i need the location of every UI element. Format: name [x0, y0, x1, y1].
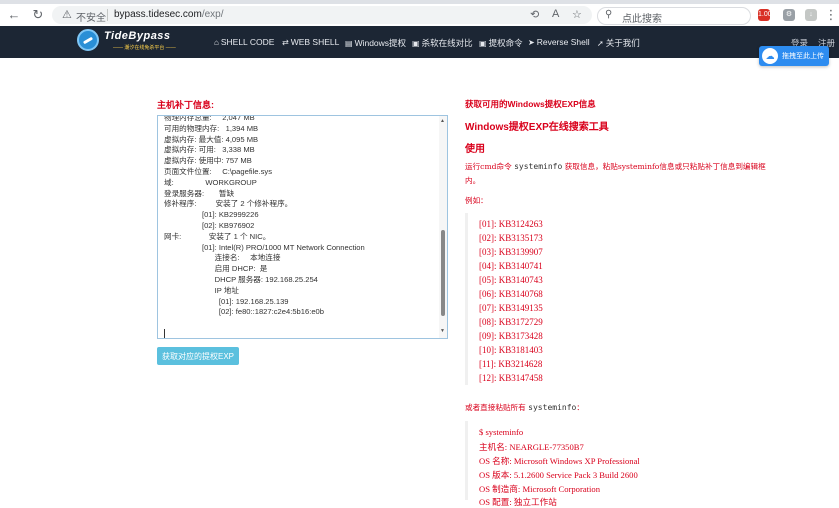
sysinfo-line: 主机名: NEARGLE-77350B7: [479, 442, 584, 452]
logo-subtitle: —— 潮汐在线免杀平台 ——: [113, 45, 176, 51]
monitor-icon: ▣: [412, 39, 420, 48]
kb-item: [11]: KB3214628: [479, 359, 543, 369]
reload-icon[interactable]: ↻: [30, 7, 46, 23]
nav-web-shell[interactable]: ⇄ WEB SHELL: [282, 37, 339, 47]
nav-label: Windows提权: [354, 38, 407, 48]
nav-about-us[interactable]: ➚ 关于我们: [597, 37, 640, 49]
textarea-content: 物理内存总量: 2,047 MB 可用的物理内存: 1,394 MB 虚拟内存:…: [164, 115, 365, 317]
nav-windows-privesc[interactable]: ▤ Windows提权: [345, 37, 406, 49]
nav-label: 杀软在线对比: [421, 38, 473, 48]
kb-item: [04]: KB3140741: [479, 261, 543, 271]
nav-av-compare[interactable]: ▣ 杀软在线对比: [412, 37, 473, 49]
extension-badge-icon[interactable]: 1.00: [758, 9, 772, 21]
kb-item: [01]: KB3124263: [479, 219, 543, 229]
systeminfo-example: $ systeminfo 主机名: NEARGLE-77350B7 OS 名称:…: [465, 421, 718, 507]
browser-toolbar: ← ↻ ⚠ 不安全 bypass.tidesec.com/exp/ ⟲ A ☆ …: [0, 4, 839, 27]
address-bar[interactable]: ⚠ 不安全 bypass.tidesec.com/exp/ ⟲ A ☆: [52, 6, 592, 24]
url-host: bypass.tidesec.com: [114, 9, 202, 20]
patch-info-title: 主机补丁信息:: [157, 100, 214, 110]
nav-label: SHELL CODE: [220, 37, 275, 47]
terminal-icon: ▣: [479, 39, 487, 48]
scroll-up-icon[interactable]: ▲: [440, 118, 445, 124]
systeminfo-textarea[interactable]: 物理内存总量: 2,047 MB 可用的物理内存: 1,394 MB 虚拟内存:…: [157, 115, 448, 339]
kb-item: [02]: KB3135173: [479, 233, 543, 243]
desc-command: systeminfo: [514, 162, 563, 171]
url-text: bypass.tidesec.com/exp/: [114, 9, 224, 20]
extension-badge-text: 1.00: [758, 11, 772, 18]
kb-item: [05]: KB3140743: [479, 275, 543, 285]
kb-item: [07]: KB3149135: [479, 303, 543, 313]
or-command: systeminfo: [528, 403, 577, 412]
downloads-icon[interactable]: ↓: [805, 9, 817, 21]
kb-item: [12]: KB3147458: [479, 373, 543, 383]
or-prefix: 或者直接粘贴所有: [465, 403, 529, 412]
extension-icon[interactable]: ⚙: [783, 9, 795, 21]
text-cursor: [164, 329, 165, 338]
or-suffix: ：: [576, 403, 584, 412]
shell-icon: ➤: [528, 38, 535, 47]
star-icon[interactable]: ☆: [572, 8, 582, 21]
kb-example-list: [01]: KB3124263 [02]: KB3135173 [03]: KB…: [465, 213, 618, 385]
kb-item: [06]: KB3140768: [479, 289, 543, 299]
usage-heading: 使用: [465, 144, 485, 155]
scrollbar-thumb[interactable]: [441, 230, 445, 316]
nav-privesc-commands[interactable]: ▣ 提权命令: [479, 37, 523, 49]
desc-prefix: 运行cmd命令: [465, 162, 515, 171]
upload-label: 拖拽至此上传: [782, 53, 824, 60]
scroll-down-icon[interactable]: ▼: [440, 328, 445, 334]
arrows-icon: ⇄: [282, 38, 289, 47]
warning-icon: ⚠: [62, 9, 72, 21]
address-separator: [107, 9, 108, 21]
textarea-scrollbar[interactable]: ▲ ▼: [439, 116, 447, 338]
kb-item: [09]: KB3173428: [479, 331, 543, 341]
search-placeholder: 点此搜索: [622, 14, 662, 25]
paste-all-hint: 或者直接粘贴所有 systeminfo：: [465, 402, 584, 413]
kb-item: [10]: KB3181403: [479, 345, 543, 355]
back-icon[interactable]: ←: [6, 7, 22, 23]
document-icon: ▤: [345, 39, 353, 48]
browser-search-box[interactable]: ⚲ 点此搜索: [597, 7, 751, 25]
sysinfo-line: OS 配置: 独立工作站: [479, 497, 557, 507]
nav-reverse-shell[interactable]: ➤ Reverse Shell: [528, 37, 590, 47]
nav-label: 关于我们: [605, 38, 640, 48]
cloud-upload-icon: ☁: [762, 48, 778, 64]
nav-label: 提权命令: [488, 38, 523, 48]
nav-label: WEB SHELL: [290, 37, 340, 47]
translate-icon[interactable]: ⟲: [530, 8, 539, 21]
tool-title: Windows提权EXP在线搜索工具: [465, 122, 609, 133]
menu-icon[interactable]: ⋮: [823, 7, 839, 23]
usage-description: 运行cmd命令 systeminfo 获取信息，粘贴systeminfo信息或只…: [465, 160, 775, 188]
sysinfo-line: OS 制造商: Microsoft Corporation: [479, 484, 601, 494]
kb-item: [03]: KB3139907: [479, 247, 543, 257]
home-icon: ⌂: [214, 38, 219, 47]
upload-widget[interactable]: ☁ 拖拽至此上传: [759, 46, 829, 66]
search-icon: ⚲: [605, 9, 613, 20]
get-exp-button[interactable]: 获取对应的提权EXP: [157, 347, 239, 365]
sysinfo-line: OS 版本: 5.1.2600 Service Pack 3 Build 260…: [479, 470, 638, 480]
sysinfo-line: OS 名称: Microsoft Windows XP Professional: [479, 456, 640, 466]
example-label: 例如：: [465, 196, 488, 205]
sysinfo-line: $ systeminfo: [479, 427, 524, 437]
get-exp-button-label: 获取对应的提权EXP: [161, 352, 234, 361]
reader-icon[interactable]: A: [552, 8, 559, 20]
send-icon: ➚: [597, 39, 604, 48]
nav-shell-code[interactable]: ⌂ SHELL CODE: [214, 37, 274, 47]
nav-label: Reverse Shell: [536, 37, 590, 47]
logo-text[interactable]: TideBypass: [104, 30, 171, 42]
kb-item: [08]: KB3172729: [479, 317, 543, 327]
insecure-label: 不安全: [76, 13, 106, 24]
url-path: /exp/: [201, 9, 224, 20]
logo-icon[interactable]: [77, 29, 99, 51]
right-heading: 获取可用的Windows提权EXP信息: [465, 99, 596, 109]
